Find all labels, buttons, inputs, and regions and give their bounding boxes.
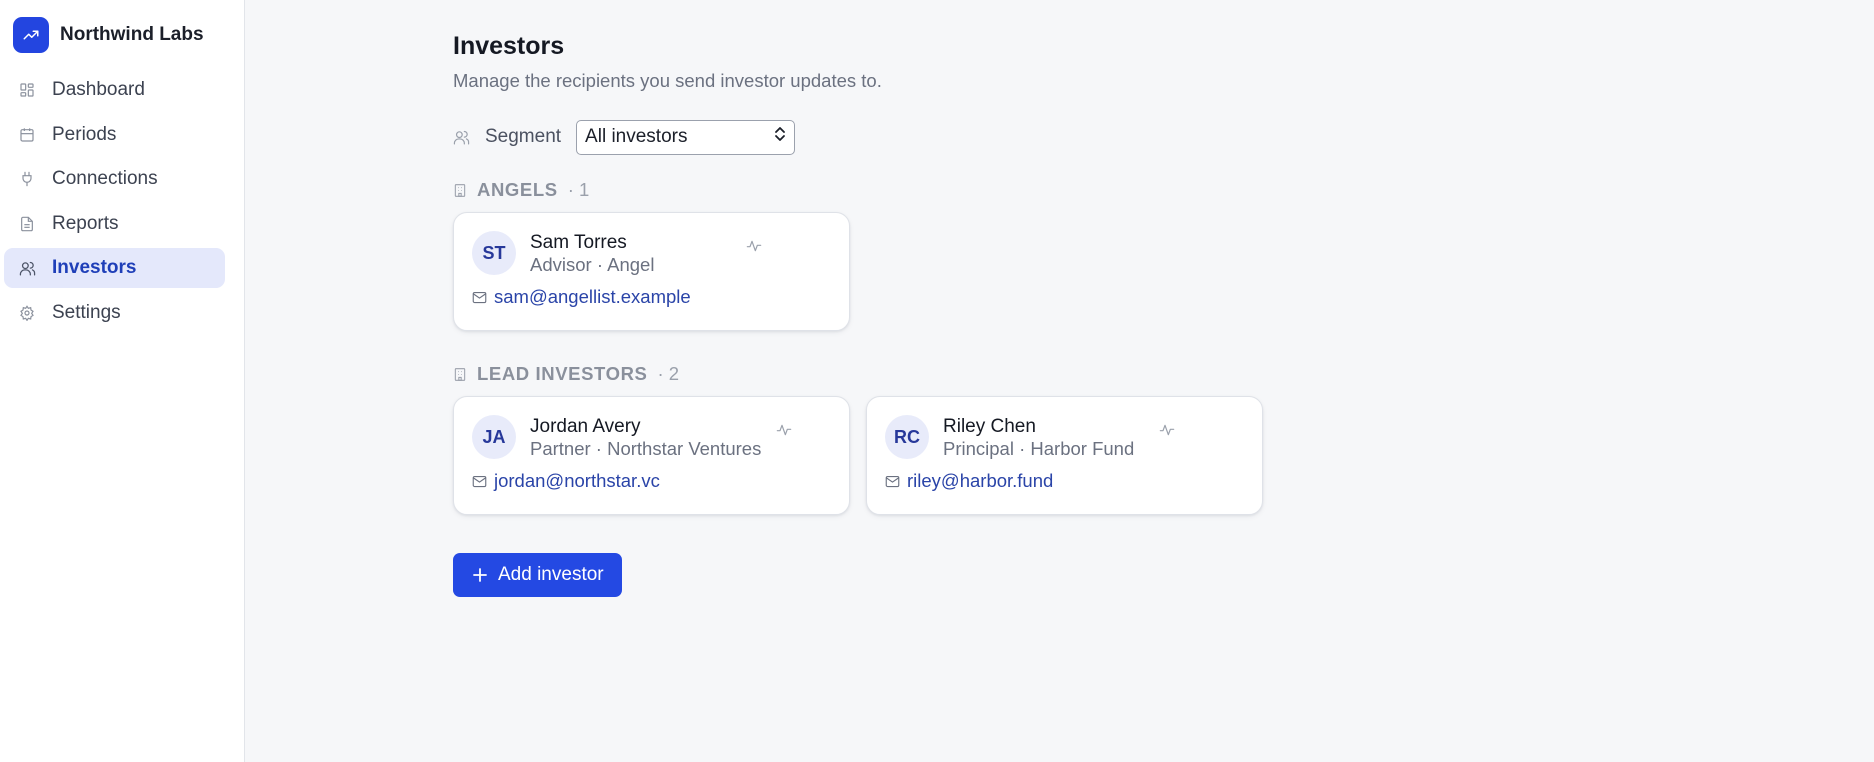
document-icon xyxy=(18,215,36,233)
segment-select-value: All investors xyxy=(585,126,688,147)
activity-icon[interactable] xyxy=(776,422,792,438)
investor-role: Advisor · Angel xyxy=(530,254,655,275)
investor-name: Jordan Avery xyxy=(530,416,641,437)
investor-role: Partner · Northstar Ventures xyxy=(530,438,762,459)
mail-icon xyxy=(885,474,900,489)
investor-card[interactable]: RC Riley Chen Principal · Harbor Fund ri… xyxy=(866,396,1263,515)
brand[interactable]: Northwind Labs xyxy=(4,0,240,70)
investor-email-row: sam@angellist.example xyxy=(472,286,831,308)
investor-cards: ST Sam Torres Advisor · Angel sam@angell… xyxy=(453,212,1874,331)
page-title: Investors xyxy=(453,32,565,60)
investor-card[interactable]: ST Sam Torres Advisor · Angel sam@angell… xyxy=(453,212,850,331)
mail-icon xyxy=(472,474,487,489)
group-count: · 1 xyxy=(567,179,590,200)
calendar-icon xyxy=(18,126,36,144)
dashboard-grid-icon xyxy=(18,81,36,99)
mail-icon xyxy=(472,290,487,305)
segment-label: Segment xyxy=(485,126,562,147)
investor-card[interactable]: JA Jordan Avery Partner · Northstar Vent… xyxy=(453,396,850,515)
sidebar-item-label: Dashboard xyxy=(52,79,145,100)
app-root: Northwind Labs Dashboard Periods Connect… xyxy=(0,0,1874,762)
segment-filter: Segment All investors xyxy=(453,119,1874,155)
activity-icon[interactable] xyxy=(1159,422,1175,438)
group-header: LEAD INVESTORS · 2 xyxy=(453,363,1874,385)
avatar: JA xyxy=(472,415,516,459)
investor-email-link[interactable]: sam@angellist.example xyxy=(494,286,691,308)
group-header: ANGELS · 1 xyxy=(453,179,1874,201)
sidebar-item-label: Periods xyxy=(52,123,117,145)
investor-cards: JA Jordan Avery Partner · Northstar Vent… xyxy=(453,396,1874,515)
activity-icon[interactable] xyxy=(746,238,762,254)
investor-role: Principal · Harbor Fund xyxy=(943,438,1135,459)
sidebar: Northwind Labs Dashboard Periods Connect… xyxy=(0,0,245,762)
sidebar-item-connections[interactable]: Connections xyxy=(4,159,225,199)
chevron-up-down-icon xyxy=(774,126,786,148)
sidebar-item-dashboard[interactable]: Dashboard xyxy=(4,70,225,110)
page-subtitle: Manage the recipients you send investor … xyxy=(453,70,882,91)
sidebar-item-investors[interactable]: Investors xyxy=(4,248,225,288)
sidebar-item-settings[interactable]: Settings xyxy=(4,293,225,333)
avatar: RC xyxy=(885,415,929,459)
plus-icon xyxy=(473,568,487,582)
investor-name: Riley Chen xyxy=(943,416,1036,437)
sidebar-item-label: Connections xyxy=(52,168,158,189)
brand-name: Northwind Labs xyxy=(60,24,204,45)
trending-up-icon xyxy=(13,17,49,53)
investor-email-row: riley@harbor.fund xyxy=(885,470,1244,492)
sidebar-nav: Dashboard Periods Connections Reports In… xyxy=(4,70,240,333)
sidebar-item-periods[interactable]: Periods xyxy=(4,115,225,155)
group-name: ANGELS xyxy=(477,179,558,200)
segment-select[interactable]: All investors xyxy=(576,119,796,155)
building-icon xyxy=(453,366,469,382)
investor-email-link[interactable]: jordan@northstar.vc xyxy=(494,470,660,492)
sidebar-item-reports[interactable]: Reports xyxy=(4,204,225,244)
sidebar-item-label: Investors xyxy=(52,257,137,278)
users-icon xyxy=(453,128,471,146)
building-icon xyxy=(453,182,469,198)
investor-email-row: jordan@northstar.vc xyxy=(472,470,831,492)
investor-group-angels: ANGELS · 1 ST Sam Torres Advisor · Angel xyxy=(453,179,1874,331)
investor-group-lead-investors: LEAD INVESTORS · 2 JA Jordan Avery Partn… xyxy=(453,363,1874,515)
gear-icon xyxy=(18,304,36,322)
add-investor-label: Add investor xyxy=(498,564,604,585)
add-investor-button[interactable]: Add investor xyxy=(453,553,622,597)
plug-icon xyxy=(18,170,36,188)
group-name: LEAD INVESTORS xyxy=(477,363,648,384)
investor-name: Sam Torres xyxy=(530,232,627,253)
sidebar-item-label: Reports xyxy=(52,212,119,234)
users-icon xyxy=(18,259,36,277)
investor-email-link[interactable]: riley@harbor.fund xyxy=(907,470,1053,492)
sidebar-item-label: Settings xyxy=(52,301,121,323)
avatar: ST xyxy=(472,231,516,275)
group-count: · 2 xyxy=(657,363,680,384)
main-content: Investors Manage the recipients you send… xyxy=(245,0,1874,762)
